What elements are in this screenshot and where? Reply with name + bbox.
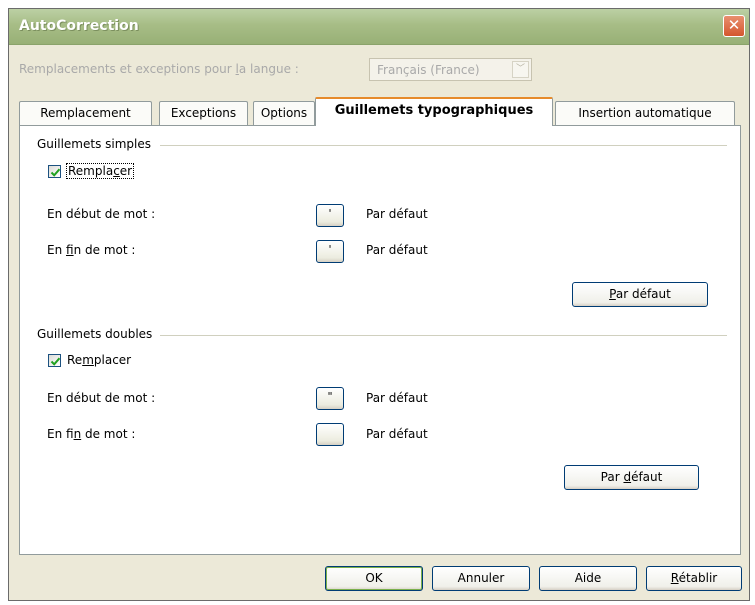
single-end-label-prefix: En bbox=[47, 243, 67, 257]
single-replace-label-suffix: er bbox=[119, 164, 133, 178]
chevron-down-icon[interactable]: ﹀ bbox=[512, 61, 529, 78]
double-end-label: En fin de mot : bbox=[47, 427, 135, 441]
checkmark-icon bbox=[50, 357, 61, 366]
double-quotes-divider bbox=[160, 335, 727, 336]
reset-mnemonic: R bbox=[670, 571, 679, 585]
autocorrection-dialog: AutoCorrection ✕ Remplacements et except… bbox=[8, 8, 750, 601]
tab-remplacement[interactable]: Remplacement bbox=[19, 101, 152, 125]
single-default-button[interactable]: Par défaut bbox=[572, 282, 708, 307]
single-end-label: En fin de mot : bbox=[47, 243, 135, 257]
double-end-label-suffix: de mot : bbox=[81, 427, 136, 441]
single-quotes-divider bbox=[160, 145, 727, 146]
single-quotes-group-label: Guillemets simples bbox=[37, 137, 155, 151]
title-bar[interactable]: AutoCorrection ✕ bbox=[9, 9, 749, 45]
language-select[interactable]: Français (France) ﹀ bbox=[369, 58, 532, 81]
single-default-mnemonic: P bbox=[609, 287, 616, 301]
reset-button[interactable]: Rétablir bbox=[646, 566, 742, 591]
dialog-title: AutoCorrection bbox=[19, 18, 139, 34]
single-default-suffix: ar défaut bbox=[615, 287, 671, 301]
single-replace-label[interactable]: Remplacer bbox=[65, 163, 135, 179]
double-replace-label-prefix: Re bbox=[67, 353, 83, 367]
single-replace-label-mnemonic: c bbox=[113, 164, 120, 178]
double-quotes-group-label: Guillemets doubles bbox=[37, 327, 157, 341]
single-replace-checkbox[interactable] bbox=[48, 165, 61, 178]
single-end-value: Par défaut bbox=[366, 243, 428, 257]
single-replace-label-prefix: Rempla bbox=[68, 164, 114, 178]
language-label-suffix: a langue : bbox=[238, 62, 299, 76]
double-replace-label[interactable]: Remplacer bbox=[67, 353, 131, 367]
tab-insertion-automatique[interactable]: Insertion automatique bbox=[555, 101, 735, 125]
double-default-suffix: éfaut bbox=[631, 470, 663, 484]
close-button[interactable]: ✕ bbox=[723, 15, 745, 37]
tab-strip: Remplacement Exceptions Options Guilleme… bbox=[19, 97, 741, 126]
double-default-button[interactable]: Par défaut bbox=[564, 465, 699, 490]
help-button[interactable]: Aide bbox=[539, 566, 637, 591]
reset-suffix: établir bbox=[678, 571, 718, 585]
single-end-label-suffix: in de mot : bbox=[73, 243, 136, 257]
language-label: Remplacements et exceptions pour la lang… bbox=[19, 62, 299, 76]
tab-panel: Guillemets simples Remplacer En début de… bbox=[19, 125, 741, 555]
checkmark-icon bbox=[50, 168, 61, 177]
double-replace-label-mnemonic: m bbox=[82, 353, 94, 367]
tab-guillemets-typographiques[interactable]: Guillemets typographiques bbox=[315, 97, 553, 126]
double-replace-label-suffix: placer bbox=[93, 353, 132, 367]
double-replace-checkbox[interactable] bbox=[48, 354, 61, 367]
single-start-quote-button[interactable]: ' bbox=[316, 204, 344, 227]
single-start-value: Par défaut bbox=[366, 207, 428, 221]
close-icon: ✕ bbox=[727, 16, 741, 34]
double-default-mnemonic: d bbox=[623, 470, 632, 484]
double-start-quote-button[interactable]: " bbox=[316, 387, 344, 410]
double-end-quote-button[interactable] bbox=[316, 423, 344, 446]
focus-outline: Remplacer bbox=[65, 163, 135, 179]
single-start-label: En début de mot : bbox=[47, 207, 156, 221]
double-start-label: En début de mot : bbox=[47, 391, 156, 405]
double-end-label-prefix: En fi bbox=[47, 427, 74, 441]
cancel-button[interactable]: Annuler bbox=[432, 566, 530, 591]
language-label-prefix: Remplacements et exceptions pour bbox=[19, 62, 236, 76]
language-select-value: Français (France) bbox=[377, 63, 480, 77]
single-end-label-mnemonic: f bbox=[66, 243, 74, 257]
double-end-value: Par défaut bbox=[366, 427, 428, 441]
double-start-value: Par défaut bbox=[366, 391, 428, 405]
double-default-prefix: Par bbox=[600, 470, 624, 484]
tab-exceptions[interactable]: Exceptions bbox=[159, 101, 248, 125]
single-end-quote-button[interactable]: ' bbox=[316, 240, 344, 263]
ok-button[interactable]: OK bbox=[325, 566, 423, 591]
tab-options[interactable]: Options bbox=[253, 101, 315, 125]
